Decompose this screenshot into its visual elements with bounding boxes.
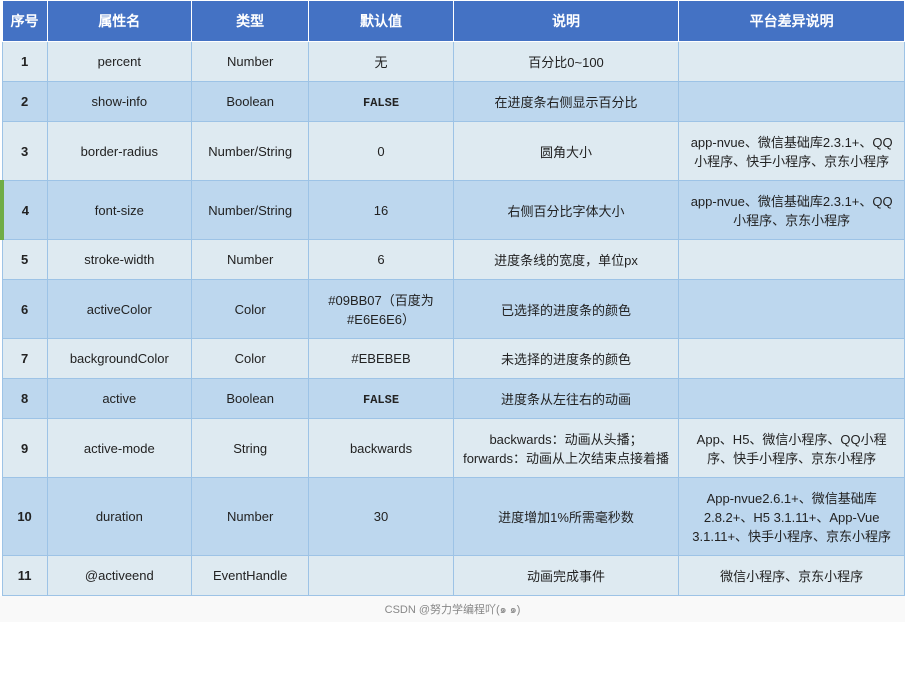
cell-desc: 进度增加1%所需毫秒数 [453, 478, 679, 556]
cell-type: Number [192, 478, 309, 556]
cell-default: 6 [309, 240, 453, 280]
table-row: 6activeColorColor#09BB07（百度为#E6E6E6）已选择的… [2, 280, 905, 339]
cell-attr-name: @activeend [47, 556, 191, 596]
cell-default: FALSE [309, 379, 453, 419]
cell-seq: 11 [2, 556, 47, 596]
cell-attr-name: font-size [47, 181, 191, 240]
header-desc: 说明 [453, 1, 679, 42]
cell-platform: 微信小程序、京东小程序 [679, 556, 905, 596]
cell-desc: backwards：动画从头播；forwards：动画从上次结束点接着播 [453, 419, 679, 478]
header-type: 类型 [192, 1, 309, 42]
cell-platform: app-nvue、微信基础库2.3.1+、QQ小程序、京东小程序 [679, 181, 905, 240]
cell-attr-name: border-radius [47, 122, 191, 181]
cell-attr-name: active [47, 379, 191, 419]
cell-seq: 5 [2, 240, 47, 280]
table-row: 9active-modeStringbackwardsbackwards：动画从… [2, 419, 905, 478]
cell-attr-name: percent [47, 42, 191, 82]
cell-default: #EBEBEB [309, 339, 453, 379]
cell-seq: 3 [2, 122, 47, 181]
cell-platform [679, 42, 905, 82]
cell-desc: 动画完成事件 [453, 556, 679, 596]
cell-default: #09BB07（百度为#E6E6E6） [309, 280, 453, 339]
cell-desc: 圆角大小 [453, 122, 679, 181]
cell-type: Number/String [192, 122, 309, 181]
header-seq: 序号 [2, 1, 47, 42]
table-row: 2show-infoBooleanFALSE在进度条右侧显示百分比 [2, 82, 905, 122]
table-row: 10durationNumber30进度增加1%所需毫秒数App-nvue2.6… [2, 478, 905, 556]
cell-seq: 8 [2, 379, 47, 419]
cell-attr-name: duration [47, 478, 191, 556]
cell-type: Boolean [192, 82, 309, 122]
cell-type: Color [192, 280, 309, 339]
cell-desc: 进度条从左往右的动画 [453, 379, 679, 419]
cell-type: Number [192, 42, 309, 82]
cell-default: 无 [309, 42, 453, 82]
cell-platform [679, 379, 905, 419]
cell-desc: 已选择的进度条的颜色 [453, 280, 679, 339]
cell-seq: 6 [2, 280, 47, 339]
table-row: 4font-sizeNumber/String16右侧百分比字体大小app-nv… [2, 181, 905, 240]
cell-type: Number [192, 240, 309, 280]
header-platform: 平台差异说明 [679, 1, 905, 42]
cell-platform [679, 240, 905, 280]
table-body: 1percentNumber无百分比0~1002show-infoBoolean… [2, 42, 905, 596]
cell-default: 0 [309, 122, 453, 181]
cell-type: Boolean [192, 379, 309, 419]
cell-default [309, 556, 453, 596]
table-row: 8activeBooleanFALSE进度条从左往右的动画 [2, 379, 905, 419]
table-row: 7backgroundColorColor#EBEBEB未选择的进度条的颜色 [2, 339, 905, 379]
table-row: 1percentNumber无百分比0~100 [2, 42, 905, 82]
table-wrapper: 序号 属性名 类型 默认值 说明 平台差异说明 1percentNumber无百… [0, 0, 905, 622]
cell-platform: app-nvue、微信基础库2.3.1+、QQ小程序、快手小程序、京东小程序 [679, 122, 905, 181]
table-row: 11@activeendEventHandle 动画完成事件微信小程序、京东小程序 [2, 556, 905, 596]
cell-platform: App-nvue2.6.1+、微信基础库2.8.2+、H5 3.1.11+、Ap… [679, 478, 905, 556]
cell-desc: 未选择的进度条的颜色 [453, 339, 679, 379]
cell-platform [679, 280, 905, 339]
cell-seq: 9 [2, 419, 47, 478]
table-row: 5stroke-widthNumber6进度条线的宽度，单位px [2, 240, 905, 280]
cell-seq: 4 [2, 181, 47, 240]
cell-default: 16 [309, 181, 453, 240]
cell-seq: 7 [2, 339, 47, 379]
header-default: 默认值 [309, 1, 453, 42]
table-row: 3border-radiusNumber/String0圆角大小app-nvue… [2, 122, 905, 181]
cell-attr-name: activeColor [47, 280, 191, 339]
main-table: 序号 属性名 类型 默认值 说明 平台差异说明 1percentNumber无百… [0, 0, 905, 596]
table-header-row: 序号 属性名 类型 默认值 说明 平台差异说明 [2, 1, 905, 42]
cell-default: 30 [309, 478, 453, 556]
cell-default: backwards [309, 419, 453, 478]
cell-seq: 2 [2, 82, 47, 122]
cell-default: FALSE [309, 82, 453, 122]
cell-desc: 在进度条右侧显示百分比 [453, 82, 679, 122]
cell-attr-name: stroke-width [47, 240, 191, 280]
footer-bar: CSDN @努力学编程吖(๑ ๑) [0, 596, 905, 622]
cell-platform: App、H5、微信小程序、QQ小程序、快手小程序、京东小程序 [679, 419, 905, 478]
cell-platform [679, 82, 905, 122]
cell-type: Color [192, 339, 309, 379]
cell-type: EventHandle [192, 556, 309, 596]
cell-platform [679, 339, 905, 379]
cell-type: String [192, 419, 309, 478]
cell-type: Number/String [192, 181, 309, 240]
cell-attr-name: backgroundColor [47, 339, 191, 379]
cell-seq: 10 [2, 478, 47, 556]
cell-desc: 进度条线的宽度，单位px [453, 240, 679, 280]
cell-desc: 右侧百分比字体大小 [453, 181, 679, 240]
cell-desc: 百分比0~100 [453, 42, 679, 82]
cell-attr-name: show-info [47, 82, 191, 122]
cell-attr-name: active-mode [47, 419, 191, 478]
header-name: 属性名 [47, 1, 191, 42]
cell-seq: 1 [2, 42, 47, 82]
